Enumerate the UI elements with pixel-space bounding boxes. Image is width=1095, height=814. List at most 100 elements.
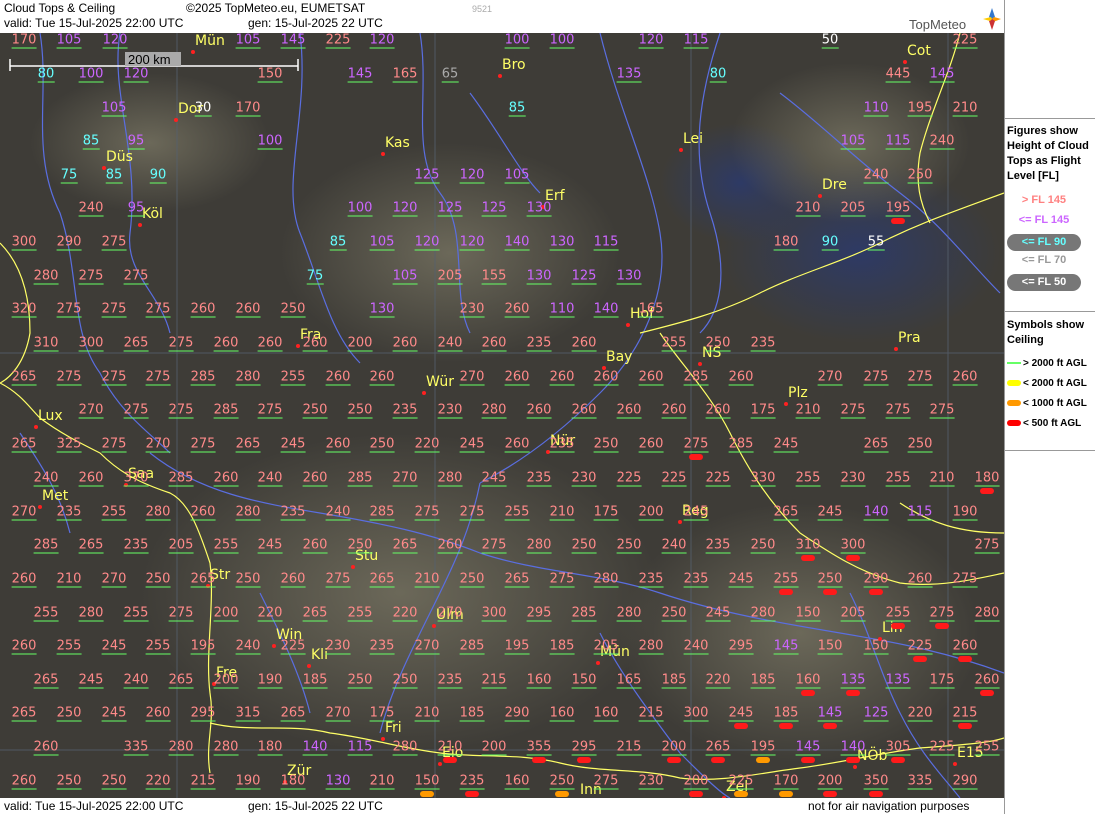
cloud-top-value: 145 <box>347 66 373 83</box>
cloud-top-value: 275 <box>123 402 149 419</box>
cloud-top-value: 140 <box>863 504 889 521</box>
cloud-top-value: 120 <box>123 66 149 83</box>
cloud-top-value: 260 <box>302 537 328 554</box>
ceiling-symbol <box>779 723 793 729</box>
cloud-top-value: 260 <box>616 402 642 419</box>
cloud-top-value: 270 <box>101 571 127 588</box>
cloud-top-value: 260 <box>638 436 664 453</box>
compass-logo-icon <box>983 8 1001 30</box>
cloud-top-value: 245 <box>78 672 104 689</box>
cloud-top-value: 280 <box>78 605 104 622</box>
cloud-top-value: 230 <box>437 402 463 419</box>
cloud-top-value: 235 <box>56 504 82 521</box>
cloud-top-value: 260 <box>705 402 731 419</box>
cloud-top-value: 275 <box>101 369 127 386</box>
cloud-top-value: 265 <box>392 537 418 554</box>
cloud-top-value: 270 <box>145 436 171 453</box>
cloud-top-value: 50 <box>821 33 839 49</box>
ceiling-symbol <box>734 723 748 729</box>
cloud-top-value: 210 <box>369 773 395 790</box>
city-marker <box>498 74 502 78</box>
cloud-top-value: 185 <box>549 638 575 655</box>
cloud-top-value: 265 <box>78 537 104 554</box>
ceiling-swatch <box>1007 420 1021 427</box>
cloud-top-value: 235 <box>638 571 664 588</box>
ceiling-symbol <box>689 454 703 460</box>
cloud-top-value: 280 <box>235 369 261 386</box>
cloud-top-value: 275 <box>481 537 507 554</box>
cloud-top-value: 250 <box>347 672 373 689</box>
cloud-top-value: 135 <box>840 672 866 689</box>
legend-tops-item: > FL 145 <box>1021 194 1067 206</box>
cloud-top-value: 260 <box>526 402 552 419</box>
cloud-top-value: 255 <box>145 638 171 655</box>
cloud-top-value: 240 <box>661 537 687 554</box>
cloud-top-value: 325 <box>56 436 82 453</box>
cloud-top-value: 230 <box>325 638 351 655</box>
cloud-top-value: 180 <box>257 739 283 756</box>
city-label: Mün <box>195 33 225 49</box>
cloud-top-value: 110 <box>549 301 575 318</box>
cloud-top-value: 280 <box>638 638 664 655</box>
cloud-top-value: 250 <box>101 773 127 790</box>
ceiling-symbol <box>801 757 815 763</box>
cloud-top-value: 185 <box>661 672 687 689</box>
cloud-top-value: 265 <box>773 504 799 521</box>
cloud-top-value: 265 <box>33 672 59 689</box>
cloud-top-value: 105 <box>369 234 395 251</box>
cloud-top-value: 250 <box>907 436 933 453</box>
cloud-top-value: 310 <box>33 335 59 352</box>
cloud-top-value: 85 <box>329 234 347 251</box>
city-marker <box>174 118 178 122</box>
city-label: Lei <box>683 131 704 147</box>
cloud-top-value: 250 <box>705 335 731 352</box>
cloud-top-value: 265 <box>11 705 37 722</box>
legend-tops-item: <= FL 70 <box>1021 254 1067 266</box>
cloud-top-value: 280 <box>616 605 642 622</box>
cloud-top-value: 175 <box>929 672 955 689</box>
cloud-top-value: 260 <box>504 369 530 386</box>
cloud-top-value: 80 <box>37 66 55 83</box>
city-marker <box>307 664 311 668</box>
cloud-top-value: 275 <box>101 301 127 318</box>
cloud-top-value: 290 <box>863 571 889 588</box>
city-label: Met <box>42 488 69 504</box>
cloud-top-value: 260 <box>325 369 351 386</box>
legend-ceiling-item: > 2000 ft AGL <box>1007 358 1095 369</box>
cloud-top-value: 120 <box>638 33 664 49</box>
cloud-top-value: 145 <box>795 739 821 756</box>
legend-tops-item: <= FL 90 <box>1007 234 1081 251</box>
cloud-top-value: 110 <box>863 100 889 117</box>
city-marker <box>784 402 788 406</box>
cloud-top-value: 200 <box>683 773 709 790</box>
cloud-top-value: 140 <box>504 234 530 251</box>
cloud-top-value: 225 <box>661 470 687 487</box>
cloud-top-value: 275 <box>190 436 216 453</box>
cloud-top-value: 115 <box>907 504 933 521</box>
cloud-top-value: 105 <box>235 33 261 49</box>
cloud-top-value: 210 <box>437 739 463 756</box>
cloud-top-value: 145 <box>280 33 306 49</box>
cloud-top-value: 260 <box>369 369 395 386</box>
cloud-top-value: 265 <box>302 605 328 622</box>
cloud-top-value: 250 <box>369 436 395 453</box>
ceiling-legend-label: < 2000 ft AGL <box>1023 378 1087 389</box>
cloud-top-value: 220 <box>705 672 731 689</box>
cloud-top-value: 310 <box>795 537 821 554</box>
cloud-top-value: 280 <box>526 537 552 554</box>
image-code: 9521 <box>472 4 493 14</box>
cloud-top-value: 160 <box>504 773 530 790</box>
cloud-top-value: 275 <box>257 402 283 419</box>
cloud-top-value: 120 <box>102 33 128 49</box>
cloud-top-value: 280 <box>750 605 776 622</box>
cloud-top-value: 250 <box>56 705 82 722</box>
cloud-top-value: 265 <box>863 436 889 453</box>
city-marker <box>596 661 600 665</box>
city-marker <box>678 520 682 524</box>
cloud-top-value: 245 <box>728 571 754 588</box>
cloud-top-value: 105 <box>504 167 530 184</box>
cloud-top-value: 350 <box>863 773 889 790</box>
cloud-top-value: 200 <box>481 739 507 756</box>
cloud-top-value: 220 <box>414 436 440 453</box>
cloud-top-value: 275 <box>840 402 866 419</box>
